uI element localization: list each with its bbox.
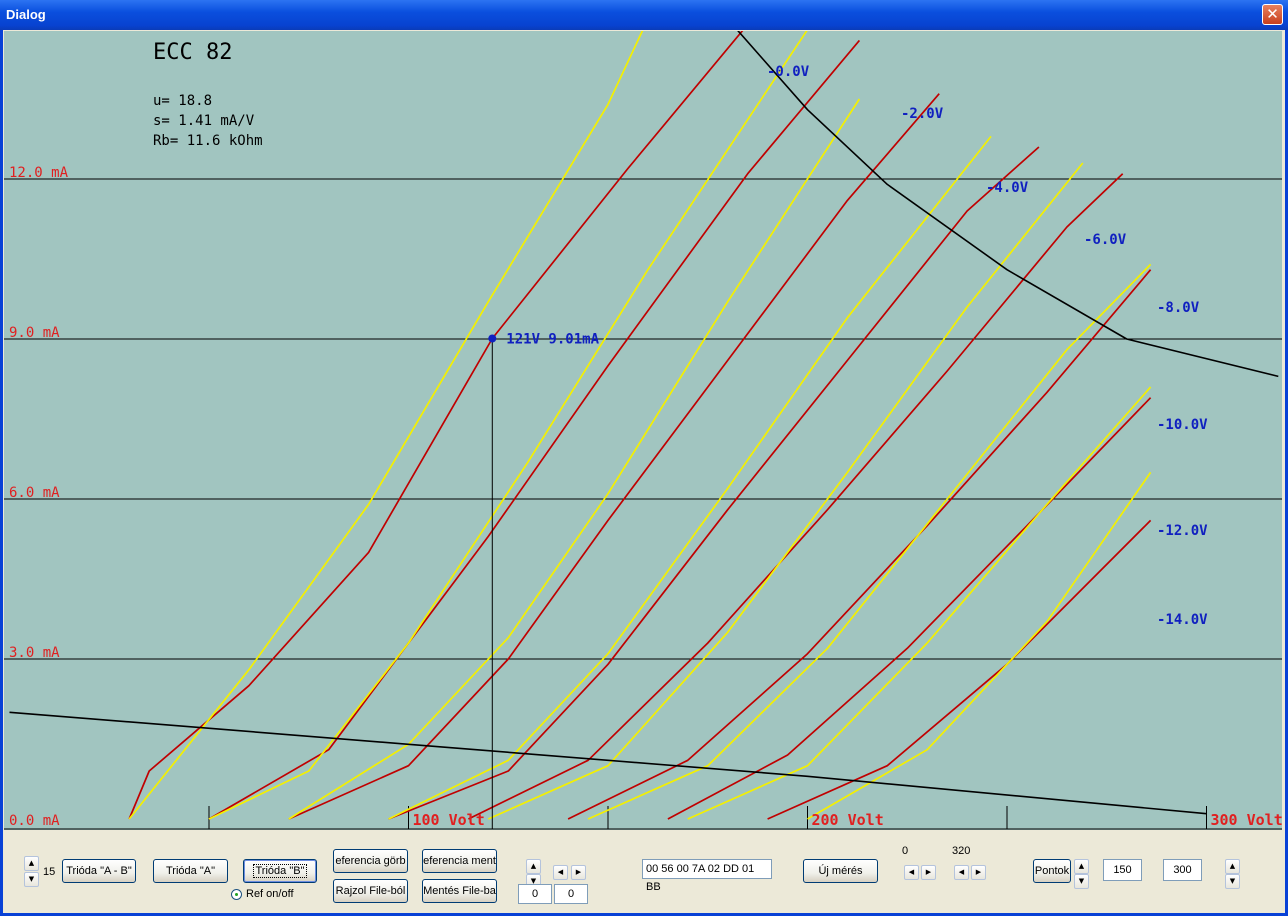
characteristic-curve xyxy=(487,162,1084,820)
uj-meres-label: Új mérés xyxy=(818,865,863,877)
spin-up-mid[interactable]: ▲ xyxy=(526,859,541,874)
spin-left-mid[interactable]: ◀ xyxy=(553,865,568,880)
right-spin-down[interactable]: ▼ xyxy=(1225,874,1240,889)
rajzol-file-label: Rajzol File-ból xyxy=(335,885,406,897)
x-tick-label: 300 Volt xyxy=(1211,811,1283,829)
characteristic-curve xyxy=(388,146,1040,820)
small-field-2[interactable]: 0 xyxy=(554,884,588,904)
characteristic-curve xyxy=(587,263,1152,820)
points-field-150[interactable]: 150 xyxy=(1103,859,1142,881)
uj-meres-button[interactable]: Új mérés xyxy=(803,859,878,883)
bias-label: -6.0V xyxy=(1084,232,1127,248)
characteristic-curve xyxy=(667,397,1152,820)
characteristic-curve xyxy=(208,39,861,820)
y-tick-label: 0.0 mA xyxy=(9,813,60,829)
spin-right-1[interactable]: ▶ xyxy=(921,865,936,880)
right-spin-up[interactable]: ▲ xyxy=(1225,859,1240,874)
y-tick-label: 12.0 mA xyxy=(9,165,69,181)
load-line xyxy=(737,31,1279,378)
rajzol-file-button[interactable]: Rajzol File-ból xyxy=(333,879,408,903)
characteristic-curve xyxy=(208,31,808,820)
small-field-1[interactable]: 0 xyxy=(518,884,552,904)
pontok-spin-down[interactable]: ▼ xyxy=(1074,874,1089,889)
referencia-mentes-label: eferencia ment xyxy=(423,855,496,867)
spin-right-mid[interactable]: ▶ xyxy=(571,865,586,880)
mentes-file-button[interactable]: Mentés File-ba xyxy=(422,879,497,903)
bias-label: -12.0V xyxy=(1157,523,1208,539)
ref-onoff-label: Ref on/off xyxy=(246,888,294,900)
pontok-button[interactable]: Pontok xyxy=(1033,859,1071,883)
x-tick-label: 100 Volt xyxy=(413,811,485,829)
x-tick-label: 200 Volt xyxy=(812,811,884,829)
tube-param: s= 1.41 mA/V xyxy=(153,113,255,129)
trioda-a-label: Trióda "A" xyxy=(166,865,215,877)
range-min-label: 0 xyxy=(902,845,909,857)
anode-characteristics-chart: ECC 82 u= 18.8 s= 1.41 mA/V Rb= 11.6 kOhm 12… xyxy=(4,31,1282,830)
characteristic-curve xyxy=(128,31,744,820)
tube-name: ECC 82 xyxy=(153,40,232,65)
title-bar[interactable]: Dialog ✕ xyxy=(0,0,1288,30)
trioda-b-label: Trióda "B" xyxy=(252,864,308,878)
characteristic-curve xyxy=(388,135,992,820)
referencia-mentes-button[interactable]: eferencia ment xyxy=(422,849,497,873)
spin-down-left[interactable]: ▼ xyxy=(24,872,39,887)
close-button[interactable]: ✕ xyxy=(1262,4,1283,25)
characteristic-curve xyxy=(288,93,940,820)
trioda-ab-button[interactable]: Trióda "A - B" xyxy=(62,859,136,883)
referencia-gorbe-button[interactable]: eferencia görb xyxy=(333,849,408,873)
characteristic-curve xyxy=(288,98,861,820)
bias-label: -4.0V xyxy=(986,180,1029,196)
tube-param: u= 18.8 xyxy=(153,93,212,109)
window-title: Dialog xyxy=(6,7,46,22)
points-field-300[interactable]: 300 xyxy=(1163,859,1202,881)
referencia-gorbe-label: eferencia görb xyxy=(335,855,406,867)
y-tick-label: 9.0 mA xyxy=(9,325,60,341)
mentes-file-label: Mentés File-ba xyxy=(423,885,496,897)
characteristic-curve xyxy=(128,31,644,820)
pontok-spin-up[interactable]: ▲ xyxy=(1074,859,1089,874)
bias-label: -8.0V xyxy=(1157,300,1200,316)
y-tick-label: 6.0 mA xyxy=(9,485,60,501)
characteristic-curve xyxy=(807,471,1152,820)
pontok-label: Pontok xyxy=(1034,865,1070,877)
bias-label: -0.0V xyxy=(767,64,810,80)
characteristic-curve xyxy=(767,519,1152,820)
trioda-a-button[interactable]: Trióda "A" xyxy=(153,859,228,883)
cursor-point xyxy=(488,334,497,343)
trioda-b-button[interactable]: Trióda "B" xyxy=(243,859,317,883)
cursor-label: 121V 9.01mA xyxy=(506,331,599,347)
left-spin-value: 15 xyxy=(43,866,56,878)
tube-param: Rb= 11.6 kOhm xyxy=(153,133,263,149)
y-tick-label: 3.0 mA xyxy=(9,645,60,661)
spin-left-2[interactable]: ◀ xyxy=(954,865,969,880)
spin-up-left[interactable]: ▲ xyxy=(24,856,39,871)
range-max-label: 320 xyxy=(952,845,971,857)
bias-label: -10.0V xyxy=(1157,417,1208,433)
hex-data-field[interactable]: 00 56 00 7A 02 DD 01 BB xyxy=(642,859,772,893)
spin-right-2[interactable]: ▶ xyxy=(971,865,986,880)
ref-onoff-radio[interactable] xyxy=(231,889,242,900)
bias-label: -2.0V xyxy=(901,106,944,122)
close-icon: ✕ xyxy=(1266,5,1279,23)
plot-area[interactable]: ECC 82 u= 18.8 s= 1.41 mA/V Rb= 11.6 kOhm 12… xyxy=(4,31,1282,830)
trioda-ab-label: Trióda "A - B" xyxy=(66,865,132,877)
bias-label: -14.0V xyxy=(1157,612,1208,628)
spin-left-1[interactable]: ◀ xyxy=(904,865,919,880)
characteristic-curve xyxy=(567,269,1152,820)
